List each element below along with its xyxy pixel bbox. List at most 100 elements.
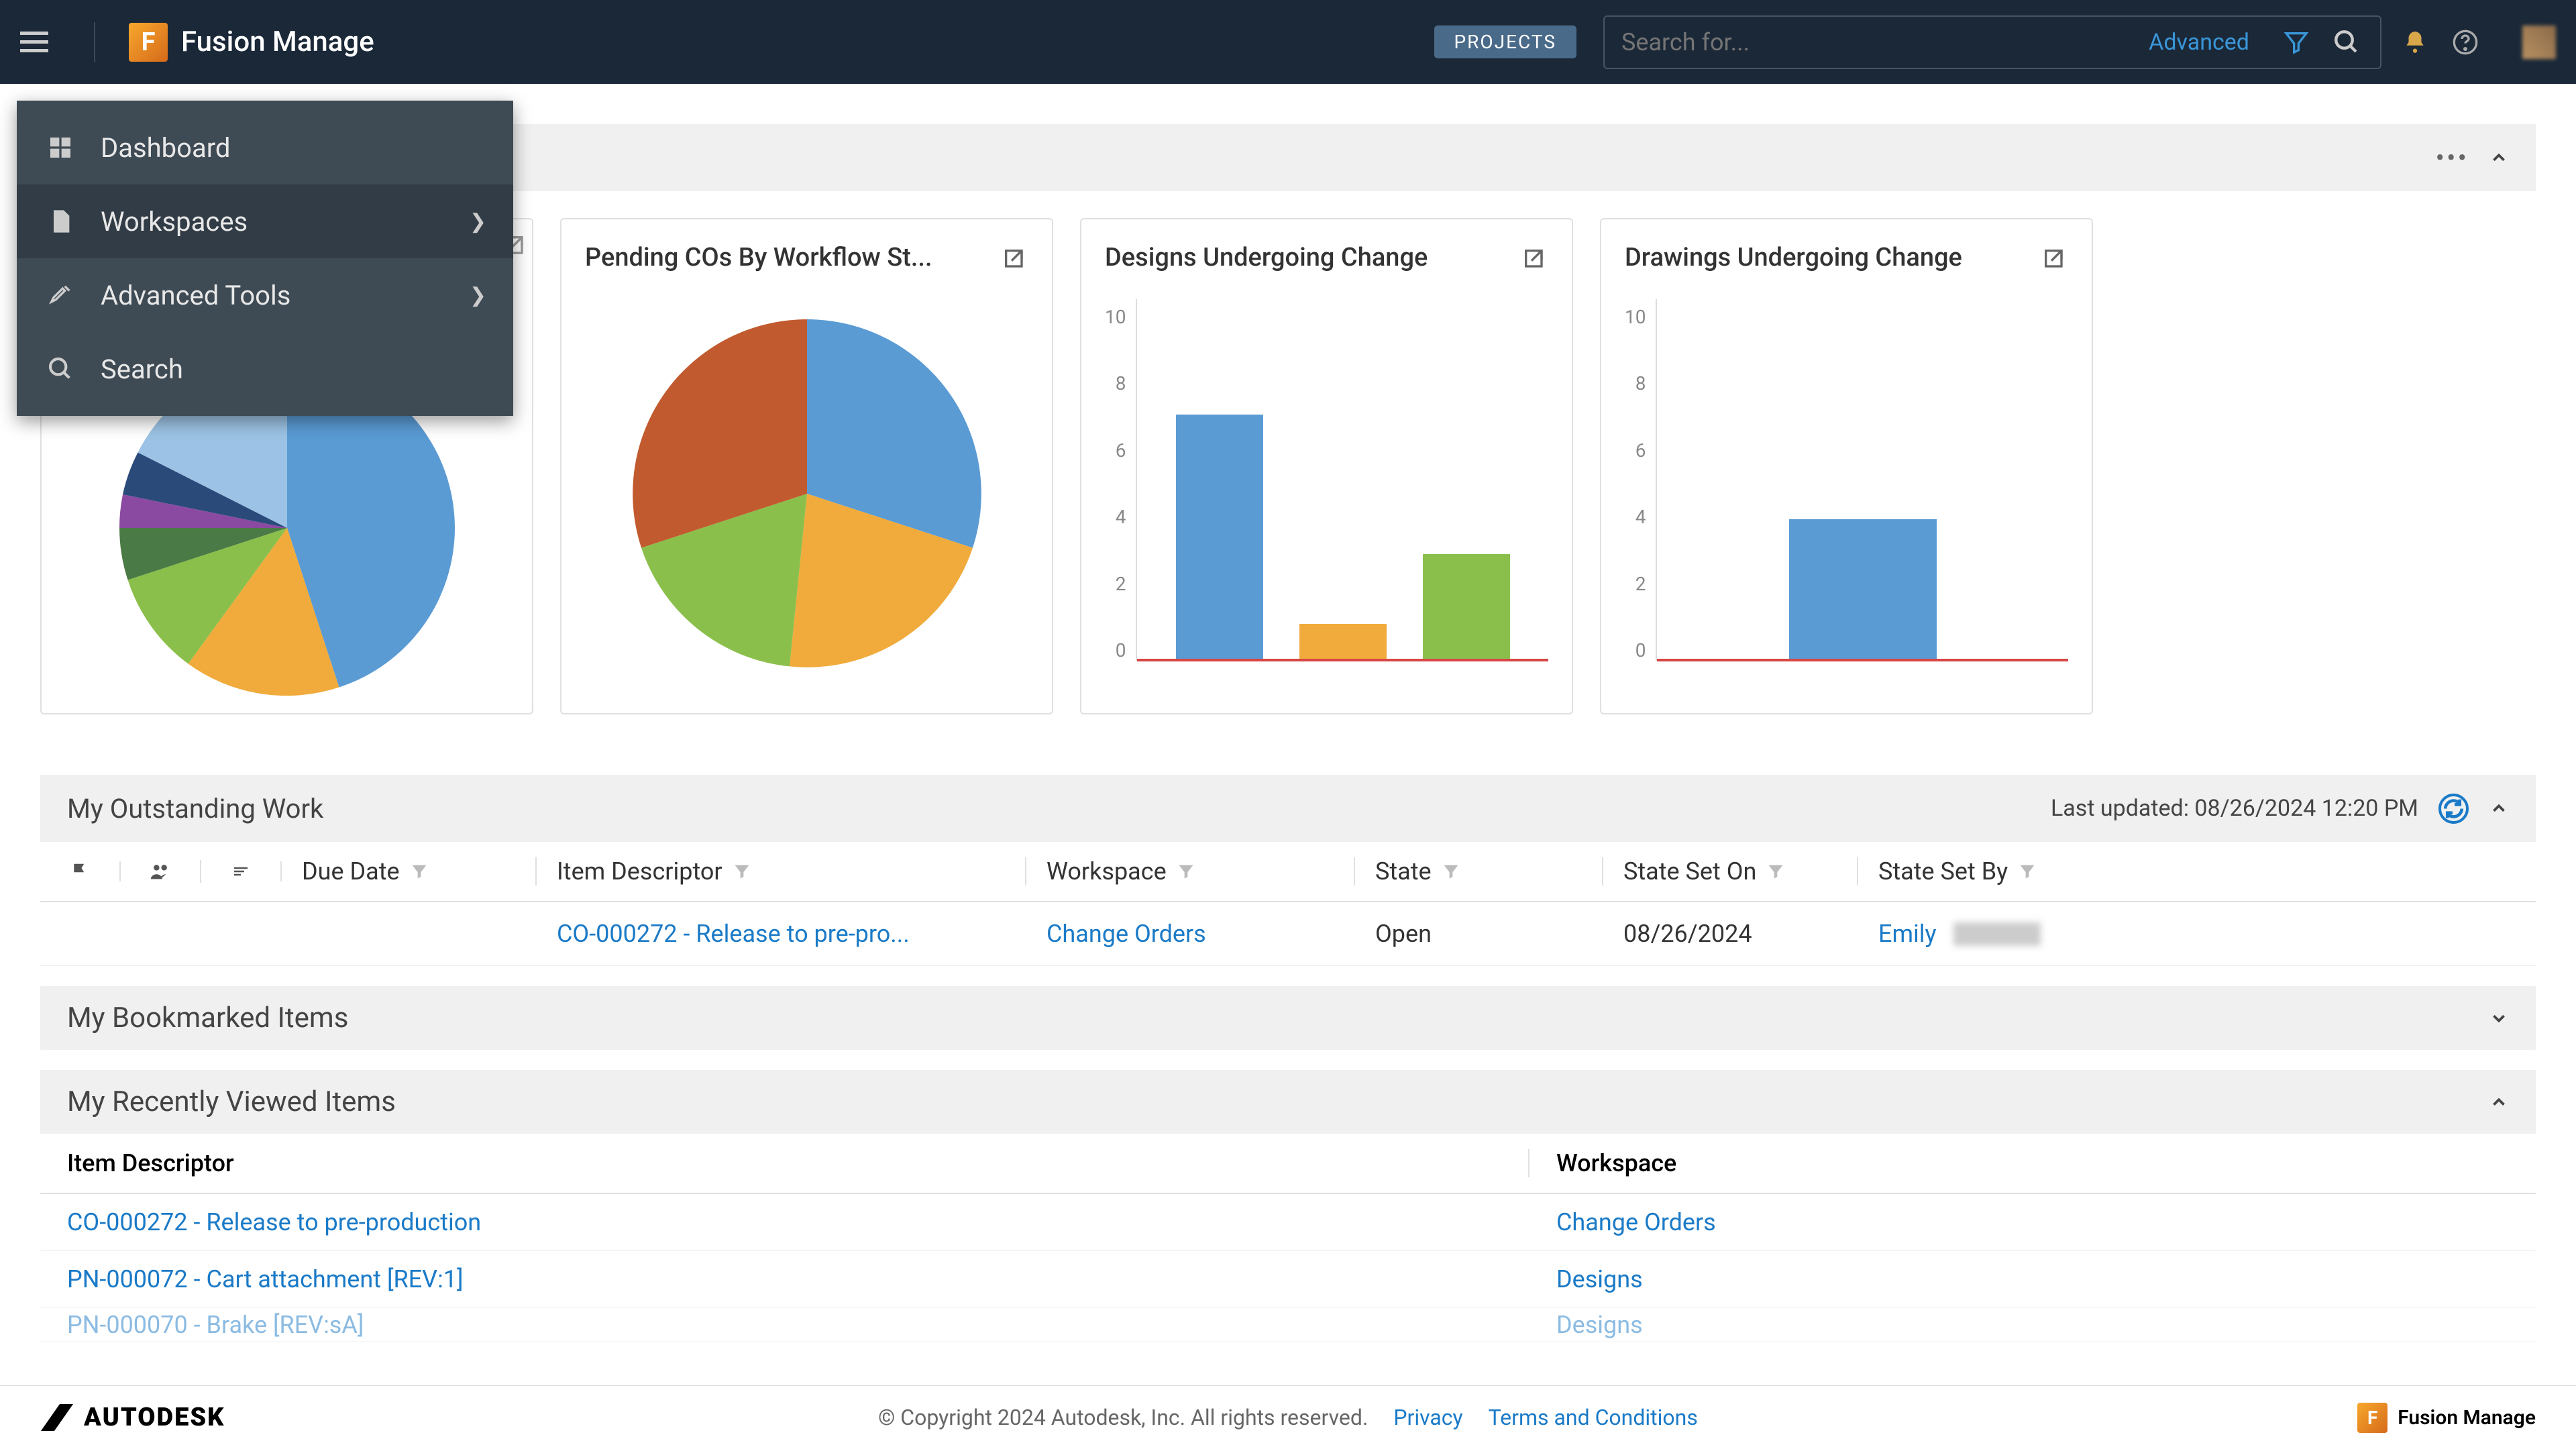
col-header[interactable]: Item Descriptor <box>40 1149 1529 1177</box>
redacted-name <box>1953 922 2041 946</box>
footer-center: © Copyright 2024 Autodesk, Inc. All righ… <box>878 1405 1698 1430</box>
col-header[interactable]: State Set By <box>1858 857 2536 885</box>
table-row[interactable]: PN-000070 - Brake [REV:sA] Designs <box>40 1308 2536 1342</box>
search-input[interactable] <box>1621 28 2149 56</box>
document-icon <box>44 205 77 238</box>
col-header[interactable]: State <box>1355 857 1603 885</box>
bar <box>1423 554 1510 659</box>
col-header[interactable]: Workspace <box>1026 857 1355 885</box>
table-row[interactable]: CO-000272 - Release to pre-pro... Change… <box>40 902 2536 966</box>
section-title: My Bookmarked Items <box>67 1002 348 1034</box>
bar <box>1176 415 1263 659</box>
col-header[interactable]: State Set On <box>1603 857 1858 885</box>
workspace-link[interactable]: Designs <box>1529 1265 2536 1293</box>
y-axis: 1086420 <box>1105 306 1136 661</box>
item-link[interactable]: PN-000072 - Cart attachment [REV:1] <box>40 1265 1529 1293</box>
menu-item-dashboard[interactable]: Dashboard <box>17 111 513 184</box>
filter-icon[interactable] <box>1442 862 1460 881</box>
card-title: Drawings Undergoing Change <box>1625 243 2068 272</box>
menu-item-workspaces[interactable]: Workspaces ❯ <box>17 184 513 258</box>
launch-icon[interactable] <box>1002 246 1028 273</box>
bar-chart: 1086420 <box>1105 299 1548 688</box>
menu-item-search[interactable]: Search <box>17 332 513 406</box>
more-icon[interactable]: ••• <box>2436 142 2469 174</box>
workspace-link[interactable]: Designs <box>1529 1311 2536 1339</box>
outstanding-table-header: Due Date Item Descriptor Workspace State… <box>40 842 2536 902</box>
item-link[interactable]: PN-000070 - Brake [REV:sA] <box>40 1311 1529 1339</box>
chevron-down-icon[interactable] <box>2489 1008 2509 1028</box>
brand-name: Fusion Manage <box>181 25 374 58</box>
brand-logo-icon: F <box>129 23 168 62</box>
date-cell: 08/26/2024 <box>1603 920 1858 948</box>
recent-table-header: Item Descriptor Workspace <box>40 1134 2536 1194</box>
menu-item-advanced-tools[interactable]: Advanced Tools ❯ <box>17 258 513 332</box>
filter-icon[interactable] <box>2018 862 2037 881</box>
state-cell: Open <box>1355 920 1603 948</box>
brand-logo-icon: F <box>2357 1403 2387 1433</box>
section-title: My Recently Viewed Items <box>67 1085 396 1118</box>
launch-icon[interactable] <box>2041 246 2068 273</box>
user-link[interactable]: Emily <box>1858 920 2536 948</box>
col-header[interactable]: Due Date <box>282 857 537 885</box>
col-header[interactable]: Workspace <box>1529 1149 2536 1177</box>
avatar[interactable] <box>2522 25 2556 59</box>
topbar: F Fusion Manage PROJECTS Advanced <box>0 0 2576 84</box>
section-title: My Outstanding Work <box>67 793 323 824</box>
users-col-header[interactable] <box>121 860 201 883</box>
item-link[interactable]: CO-000272 - Release to pre-pro... <box>537 920 1026 948</box>
advanced-search-link[interactable]: Advanced <box>2149 29 2249 56</box>
bar <box>1789 519 1937 659</box>
table-row[interactable]: PN-000072 - Cart attachment [REV:1] Desi… <box>40 1251 2536 1308</box>
chevron-right-icon: ❯ <box>470 210 486 233</box>
copyright: © Copyright 2024 Autodesk, Inc. All righ… <box>878 1405 1368 1430</box>
search-icon <box>44 352 77 386</box>
search-box[interactable]: Advanced <box>1603 15 2381 69</box>
table-row[interactable]: CO-000272 - Release to pre-production Ch… <box>40 1194 2536 1251</box>
chevron-right-icon: ❯ <box>470 284 486 307</box>
card-title: Pending COs By Workflow St... <box>585 243 1028 272</box>
y-axis: 1086420 <box>1625 306 1656 661</box>
filter-icon[interactable] <box>1177 862 1195 881</box>
last-updated: Last updated: 08/26/2024 12:20 PM <box>2051 795 2418 822</box>
workspace-link[interactable]: Change Orders <box>1529 1208 2536 1236</box>
recent-header[interactable]: My Recently Viewed Items <box>40 1070 2536 1134</box>
footer: AUTODESK © Copyright 2024 Autodesk, Inc.… <box>0 1385 2576 1449</box>
report-card: Designs Undergoing Change 1086420 <box>1080 218 1573 714</box>
menu-label: Dashboard <box>101 132 230 164</box>
help-icon[interactable] <box>2449 25 2482 59</box>
projects-button[interactable]: PROJECTS <box>1434 25 1577 58</box>
divider <box>94 22 95 62</box>
menu-label: Workspaces <box>101 206 248 237</box>
menu-label: Search <box>101 354 183 385</box>
priority-col-header[interactable] <box>201 861 282 881</box>
filter-icon[interactable] <box>733 862 751 881</box>
autodesk-logo: AUTODESK <box>40 1403 225 1432</box>
refresh-icon[interactable] <box>2438 794 2469 824</box>
report-card: Pending COs By Workflow St... <box>560 218 1053 714</box>
chevron-up-icon[interactable] <box>2489 148 2509 168</box>
terms-link[interactable]: Terms and Conditions <box>1489 1405 1698 1430</box>
bell-icon[interactable] <box>2398 25 2432 59</box>
search-icon[interactable] <box>2330 25 2363 59</box>
filter-icon[interactable] <box>410 862 429 881</box>
pie-chart <box>585 299 1028 688</box>
footer-brand: F Fusion Manage <box>2357 1403 2536 1433</box>
item-link[interactable]: CO-000272 - Release to pre-production <box>40 1208 1529 1236</box>
col-header[interactable]: Item Descriptor <box>537 857 1026 885</box>
privacy-link[interactable]: Privacy <box>1393 1405 1462 1430</box>
filter-icon[interactable] <box>1766 862 1785 881</box>
report-card: Drawings Undergoing Change 1086420 <box>1600 218 2093 714</box>
filter-icon[interactable] <box>2279 25 2313 59</box>
dashboard-icon <box>44 131 77 164</box>
bookmarked-header[interactable]: My Bookmarked Items <box>40 986 2536 1050</box>
launch-icon[interactable] <box>1521 246 1548 273</box>
main-menu-dropdown: Dashboard Workspaces ❯ Advanced Tools ❯ … <box>17 101 513 416</box>
outstanding-work-header: My Outstanding Work Last updated: 08/26/… <box>40 775 2536 842</box>
flag-col-header[interactable] <box>40 861 121 881</box>
tools-icon <box>44 278 77 312</box>
card-title: Designs Undergoing Change <box>1105 243 1548 272</box>
chevron-up-icon[interactable] <box>2489 798 2509 818</box>
menu-toggle-button[interactable] <box>20 25 54 59</box>
workspace-link[interactable]: Change Orders <box>1026 920 1355 948</box>
chevron-up-icon[interactable] <box>2489 1092 2509 1112</box>
